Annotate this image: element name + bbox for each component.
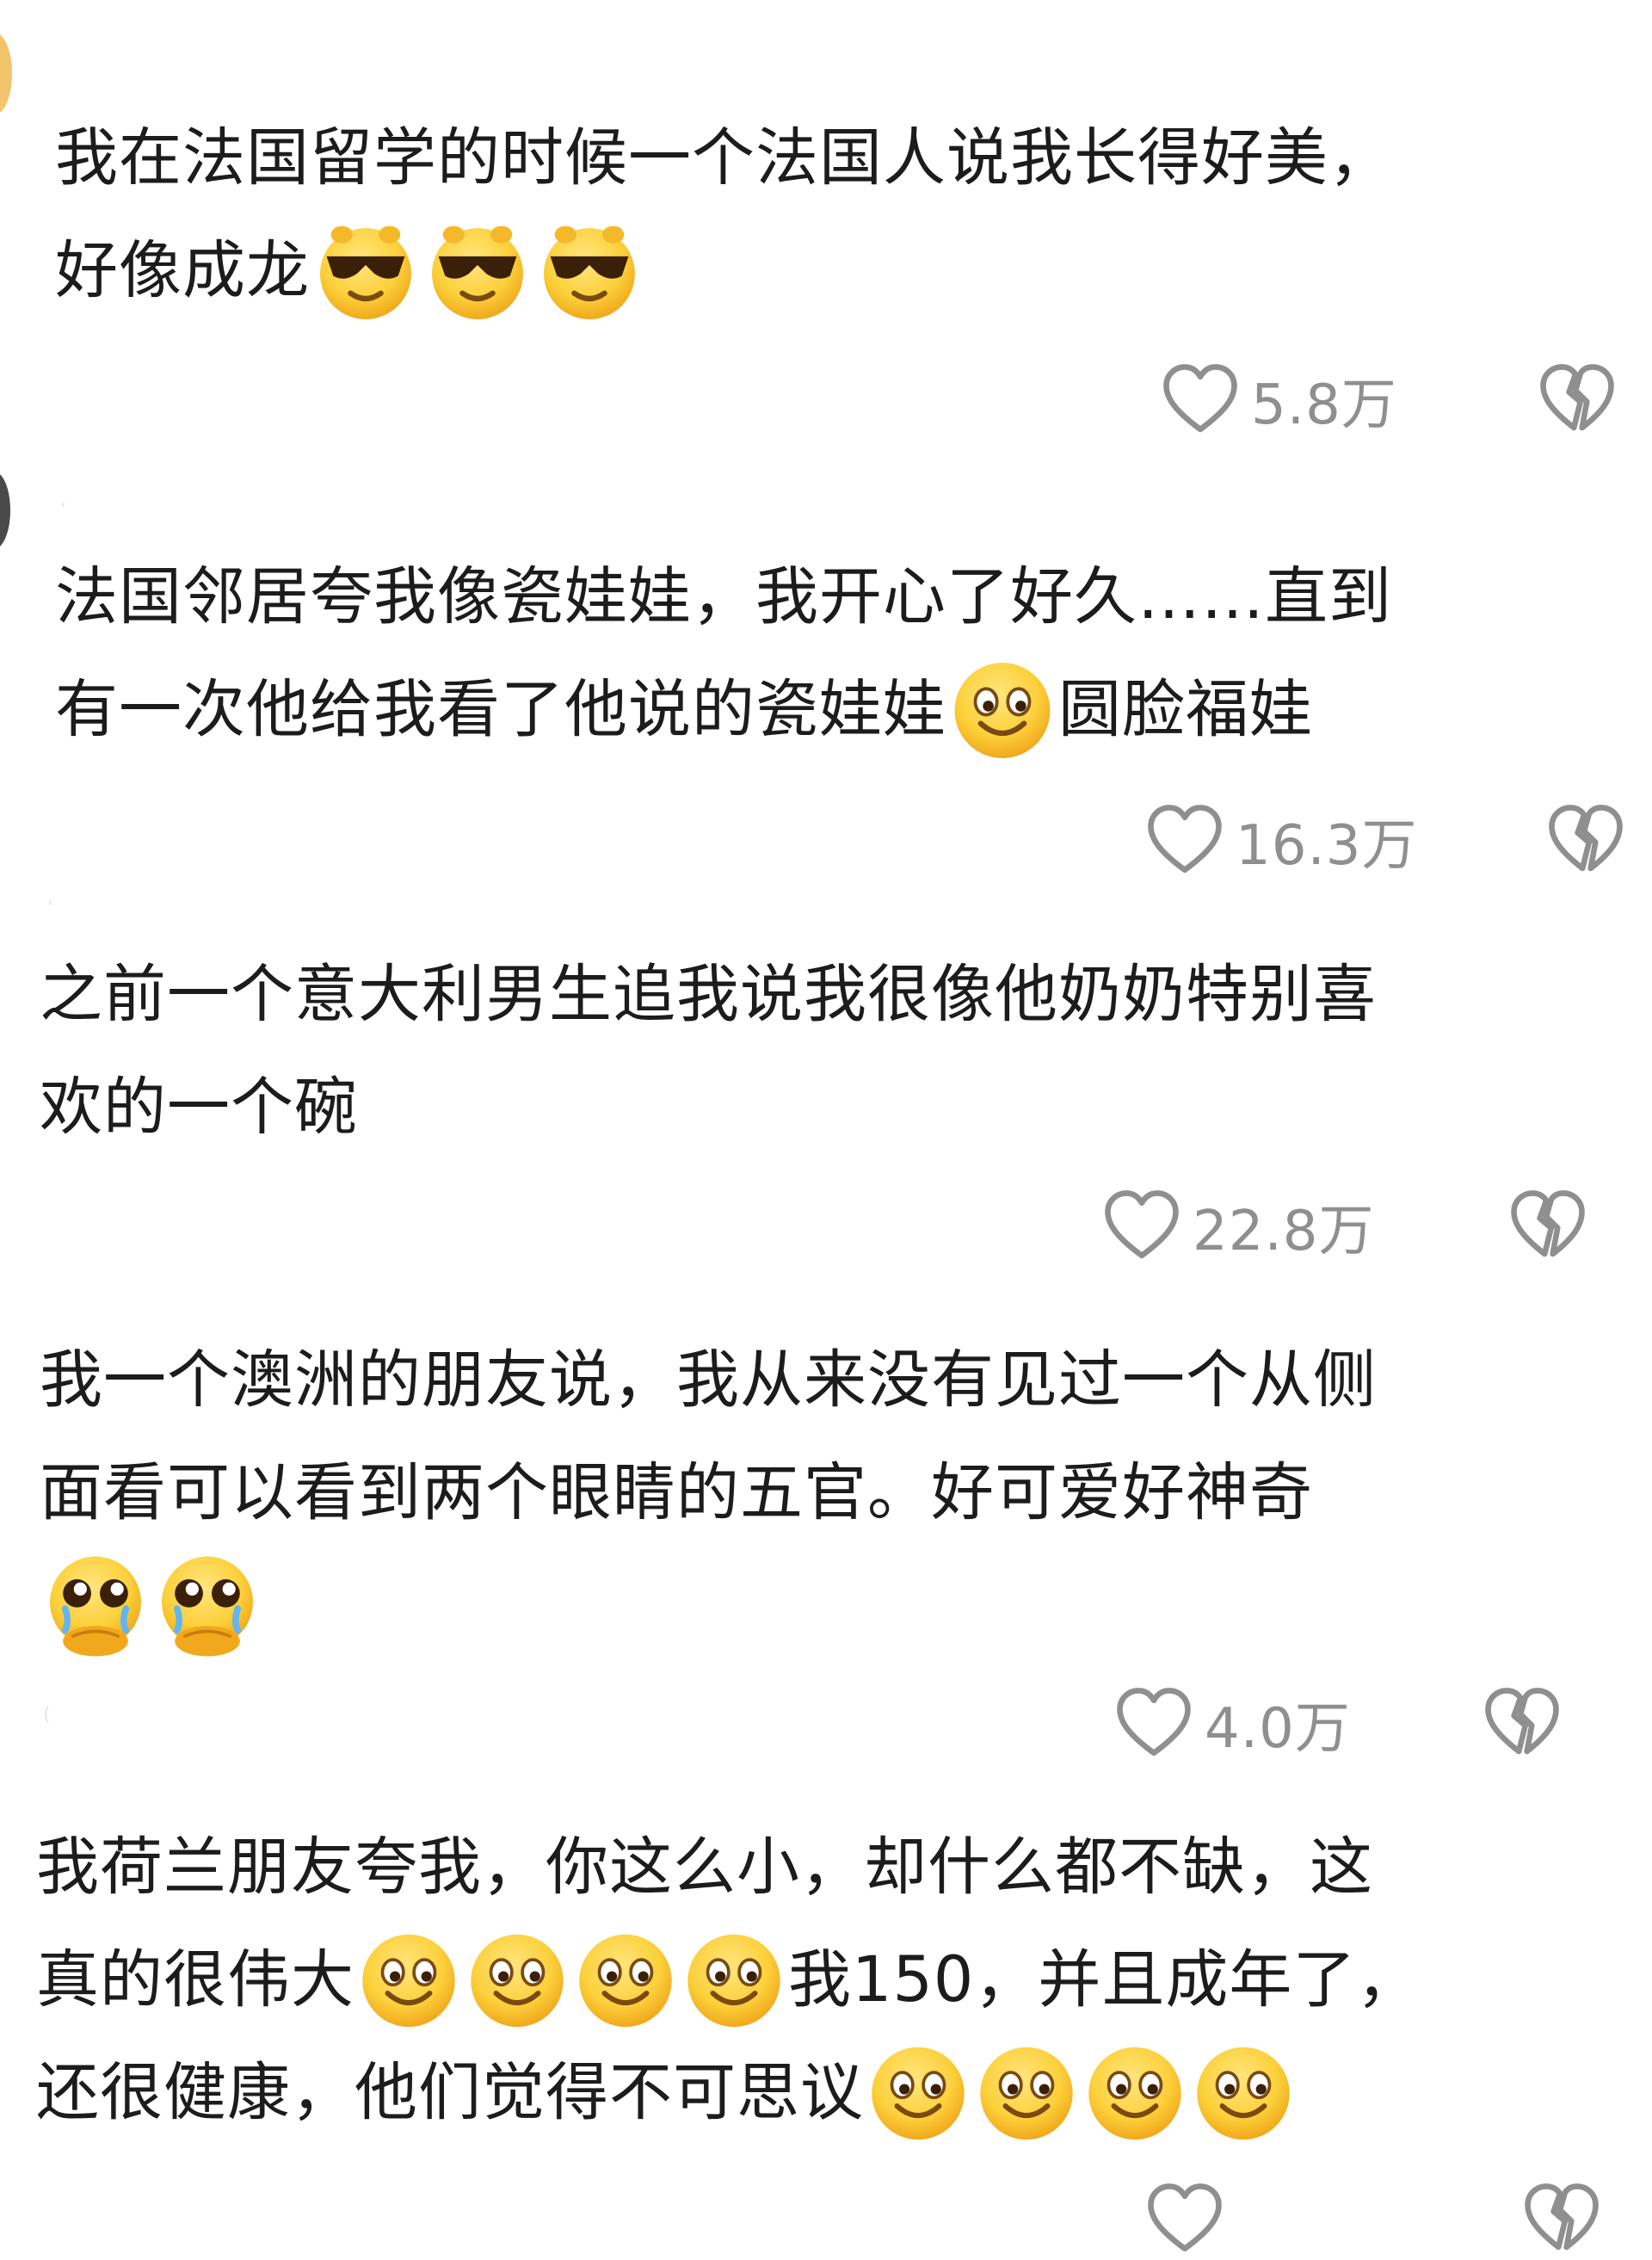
dislike-button[interactable] (1507, 1186, 1588, 1267)
faint-username: , (60, 489, 66, 510)
like-button[interactable]: 22.8万 (1101, 1186, 1375, 1267)
like-count: 5.8万 (1251, 374, 1397, 437)
smiling-face-emoji (866, 2039, 971, 2144)
broken-heart-outline-icon (1482, 1683, 1563, 1764)
dislike-button[interactable] (1537, 360, 1618, 441)
heart-outline-icon (1144, 800, 1225, 881)
like-count: 22.8万 (1193, 1200, 1375, 1263)
heart-outline-icon (1160, 360, 1241, 441)
smiling-face-emoji (465, 1926, 570, 2031)
smiling-face-emoji (948, 654, 1057, 763)
like-button[interactable]: 16.3万 (1144, 800, 1418, 881)
comment-line: 我在法国留学的时候一个法国人说我长得好美， (55, 121, 1392, 195)
smiling-face-emoji (1191, 2039, 1296, 2144)
broken-heart-outline-icon (1521, 2179, 1602, 2260)
smiling-face-emoji (681, 1926, 786, 2031)
faint-username: ( (43, 1704, 51, 1726)
sunglasses-emoji (311, 215, 420, 324)
comment-line: 还很健康，他们觉得不可思议 (36, 2056, 864, 2129)
like-count: 16.3万 (1236, 814, 1418, 878)
heart-outline-icon (1144, 2179, 1225, 2260)
sunglasses-emoji (423, 215, 532, 324)
broken-heart-outline-icon (1545, 800, 1626, 881)
avatar[interactable] (0, 472, 10, 549)
like-count: 4.0万 (1205, 1697, 1351, 1761)
comment-line: 真的很伟大 (36, 1943, 354, 2016)
comment-4: 我一个澳洲的朋友说，我从来没有见过一个从侧 面看可以看到两个眼睛的五官。好可爱好… (40, 1324, 1652, 1662)
broken-heart-outline-icon (1507, 1186, 1588, 1267)
smiling-face-emoji (974, 2039, 1079, 2144)
comment-line: 我荷兰朋友夸我，你这么小，却什么都不缺，这 (36, 1831, 1373, 1904)
comment-line: 我150，并且成年了， (788, 1943, 1421, 2016)
comment-3: 之前一个意大利男生追我说我很像他奶奶特别喜 欢的一个碗 (40, 938, 1652, 1164)
comment-line: 面看可以看到两个眼睛的五官。好可爱好神奇 (40, 1456, 1313, 1529)
pleading-face-emoji (153, 1550, 262, 1658)
sunglasses-emoji (535, 215, 644, 324)
broken-heart-outline-icon (1537, 360, 1618, 441)
comment-line: 之前一个意大利男生追我说我很像他奶奶特别喜 (40, 958, 1377, 1031)
comment-2: 法国邻居夸我像瓷娃娃，我开心了好久……直到 有一次他给我看了他说的瓷娃娃 圆脸福娃 (55, 540, 1652, 766)
like-button[interactable] (1144, 2179, 1225, 2260)
heart-outline-icon (1101, 1186, 1182, 1267)
faint-username: , (47, 886, 53, 908)
avatar[interactable] (0, 33, 12, 114)
dislike-button[interactable] (1521, 2179, 1602, 2260)
comment-1: 我在法国留学的时候一个法国人说我长得好美， 好像成龙 (55, 102, 1652, 327)
comment-line: 法国邻居夸我像瓷娃娃，我开心了好久……直到 (55, 560, 1392, 633)
comment-line: 好像成龙 (55, 234, 310, 307)
comment-line: 我一个澳洲的朋友说，我从来没有见过一个从侧 (40, 1343, 1377, 1417)
pleading-face-emoji (41, 1550, 150, 1658)
smiling-face-emoji (356, 1926, 461, 2031)
like-button[interactable]: 5.8万 (1160, 360, 1397, 441)
comment-line: 圆脸福娃 (1058, 673, 1313, 746)
comment-5: 我荷兰朋友夸我，你这么小，却什么都不缺，这 真的很伟大 我150，并且成年了， 还… (36, 1811, 1652, 2149)
smiling-face-emoji (1082, 2039, 1187, 2144)
smiling-face-emoji (573, 1926, 678, 2031)
like-button[interactable]: 4.0万 (1113, 1683, 1351, 1764)
dislike-button[interactable] (1545, 800, 1626, 881)
dislike-button[interactable] (1482, 1683, 1563, 1764)
comment-line: 欢的一个碗 (40, 1071, 358, 1144)
comment-line: 有一次他给我看了他说的瓷娃娃 (55, 673, 946, 746)
heart-outline-icon (1113, 1683, 1194, 1764)
